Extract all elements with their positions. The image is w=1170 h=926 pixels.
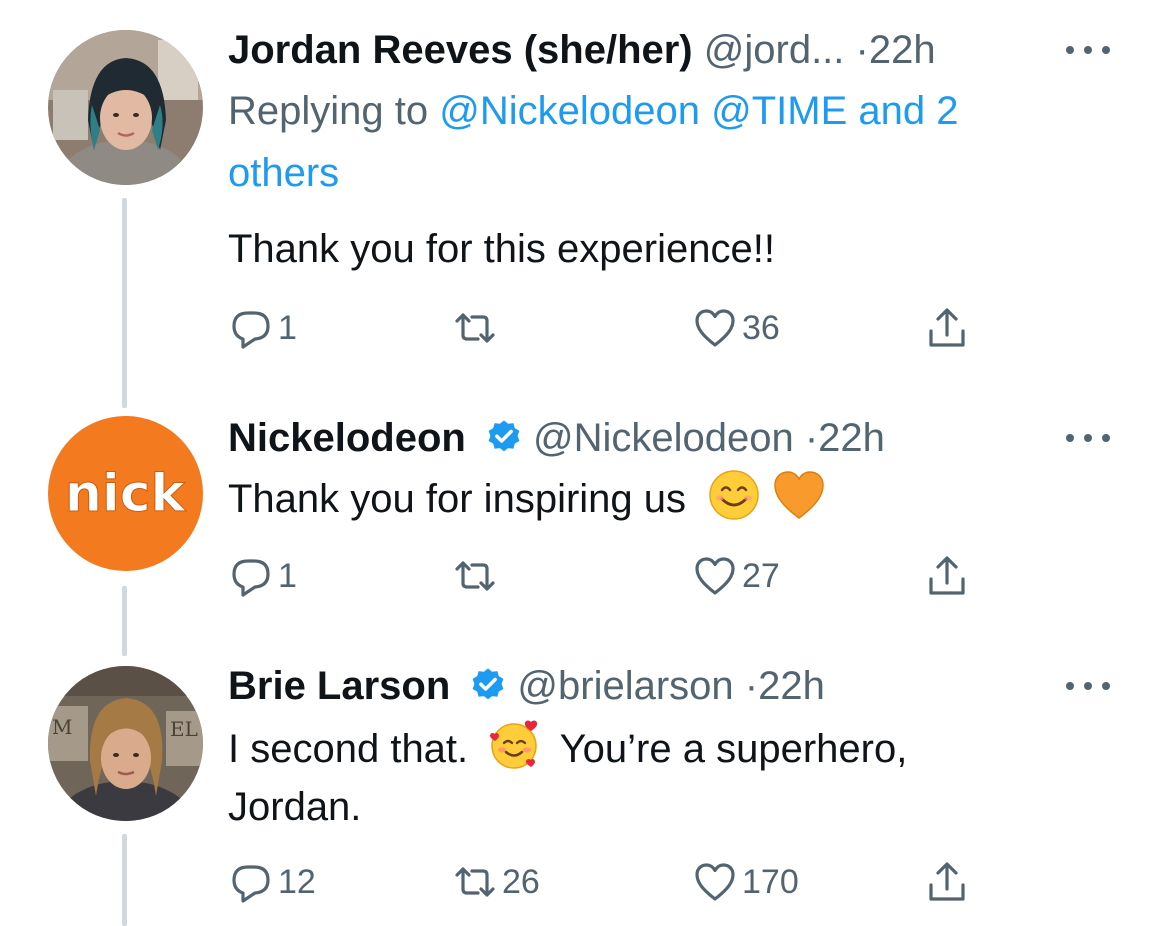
share-button[interactable] [924, 550, 970, 602]
avatar-brie-larson[interactable]: M EL [48, 666, 203, 821]
separator-dot: · [744, 664, 759, 708]
svg-text:EL: EL [170, 717, 198, 741]
avatar-photo-brie: M EL [48, 666, 203, 821]
like-count: 36 [742, 308, 780, 347]
tweet-actions: 1 27 [228, 550, 988, 602]
separator-dot: · [855, 28, 869, 72]
heart-icon [695, 309, 735, 347]
reply-count: 1 [278, 308, 297, 347]
tweet-header: Brie Larson @brielarson ·22h [228, 658, 1110, 714]
tweet-timestamp[interactable]: 22h [758, 664, 825, 708]
verified-badge-icon [473, 668, 504, 700]
share-upload-icon [929, 862, 965, 901]
reply-button[interactable]: 1 [228, 550, 297, 602]
nick-logo-text: nick [65, 464, 187, 524]
replying-to-line: Replying to @Nickelodeon @TIME and 2 oth… [228, 80, 1078, 204]
share-button[interactable] [924, 856, 970, 908]
thread-connector-line [122, 834, 127, 926]
avatar-nickelodeon[interactable]: nick [48, 416, 203, 571]
tweet-timestamp[interactable]: 22h [818, 416, 885, 460]
user-handle[interactable]: @Nickelodeon [533, 416, 794, 460]
replying-to-prefix: Replying to [228, 89, 429, 133]
share-button[interactable] [924, 302, 970, 354]
heart-icon [695, 863, 735, 901]
tweet-text: I second that. You’re a superhero, Jorda… [228, 718, 1058, 836]
tweet-text: Thank you for inspiring us [228, 468, 1058, 528]
verified-badge-icon [488, 420, 520, 452]
thread-connector-line [122, 586, 127, 656]
tweet-header: Jordan Reeves (she/her) @jord... ·22h [228, 22, 1110, 78]
like-button[interactable]: 36 [692, 302, 780, 354]
speech-bubble-icon [232, 559, 270, 597]
display-name[interactable]: Brie Larson [228, 664, 450, 708]
speech-bubble-icon [232, 865, 270, 903]
thread-connector-line [122, 198, 127, 408]
tweet-thread: Jordan Reeves (she/her) @jord... ·22h Re… [0, 0, 1170, 926]
like-button[interactable]: 27 [692, 550, 780, 602]
tweet-text: Thank you for this experience!! [228, 227, 775, 271]
like-count: 27 [742, 556, 780, 595]
retweet-button[interactable] [452, 302, 502, 354]
retweet-button[interactable] [452, 550, 502, 602]
reply-button[interactable]: 12 [228, 856, 316, 908]
reply-count: 1 [278, 556, 297, 595]
more-dots-icon[interactable] [1062, 674, 1114, 698]
more-dots-icon[interactable] [1062, 426, 1114, 450]
separator-dot: · [804, 416, 819, 460]
orange-heart-emoji-icon [774, 471, 825, 519]
more-dots-icon[interactable] [1062, 38, 1114, 62]
tweet-actions: 12 26 170 [228, 856, 988, 908]
replying-to-others-link[interactable]: others [228, 151, 339, 195]
like-count: 170 [742, 862, 799, 901]
svg-text:M: M [52, 715, 72, 739]
share-upload-icon [929, 308, 965, 347]
avatar-jordan-reeves[interactable] [48, 30, 203, 185]
retweet-arrows-icon [455, 313, 495, 343]
smiling-face-with-hearts-emoji-icon [490, 720, 538, 769]
tweet-timestamp[interactable]: 22h [869, 28, 936, 72]
tweet-text-content-end: Jordan. [228, 785, 362, 829]
replying-to-mentions[interactable]: @Nickelodeon @TIME and 2 [439, 89, 958, 133]
retweet-arrows-icon [455, 867, 495, 897]
user-handle[interactable]: @jord... [704, 28, 845, 72]
reply-button[interactable]: 1 [228, 302, 297, 354]
user-handle[interactable]: @brielarson [517, 664, 733, 708]
display-name[interactable]: Nickelodeon [228, 416, 466, 460]
display-name[interactable]: Jordan Reeves (she/her) [228, 28, 693, 72]
share-upload-icon [929, 556, 965, 595]
retweet-button[interactable]: 26 [452, 856, 540, 908]
retweet-count: 26 [502, 862, 540, 901]
heart-icon [695, 557, 735, 595]
like-button[interactable]: 170 [692, 856, 799, 908]
tweet-actions: 1 36 [228, 302, 988, 354]
tweet-header: Nickelodeon @Nickelodeon ·22h [228, 410, 1110, 466]
retweet-arrows-icon [455, 561, 495, 591]
tweet-text-content: Thank you for inspiring us [228, 477, 687, 521]
smiling-face-emoji-icon [709, 470, 759, 520]
avatar-photo-jordan [48, 30, 203, 185]
speech-bubble-icon [232, 311, 270, 349]
tweet-text-content: I second that. [228, 727, 469, 771]
nick-logo: nick [48, 416, 203, 571]
tweet-text-content-cont: You’re a superhero, [559, 727, 908, 771]
reply-count: 12 [278, 862, 316, 901]
